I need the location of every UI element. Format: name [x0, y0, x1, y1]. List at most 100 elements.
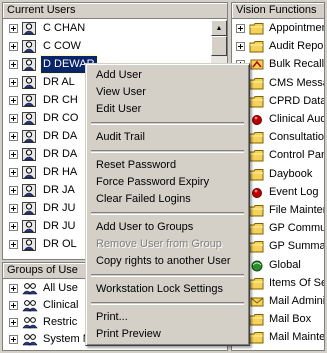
expand-icon[interactable] — [9, 222, 18, 231]
green-icon — [249, 258, 265, 273]
expand-icon[interactable] — [9, 96, 18, 105]
user-row-c-cow[interactable]: C COW — [3, 38, 211, 55]
menu-item-add-user[interactable]: Add User — [89, 67, 246, 84]
group-name: Restric — [43, 316, 78, 328]
folder-icon — [249, 130, 265, 145]
function-name: Control Pan — [269, 149, 325, 162]
folder-icon — [249, 239, 265, 254]
function-name: CPRD Data — [269, 94, 325, 107]
menu-item-workstation-lock-settings[interactable]: Workstation Lock Settings — [89, 281, 246, 298]
expand-icon[interactable] — [9, 132, 18, 141]
menu-item-force-password-expiry[interactable]: Force Password Expiry — [89, 174, 246, 191]
user-name: DR HA — [43, 166, 78, 178]
expand-icon[interactable] — [9, 240, 18, 249]
red-icon — [249, 112, 265, 127]
group-icon — [22, 315, 38, 330]
user-icon — [22, 219, 38, 234]
menu-item-reset-password[interactable]: Reset Password — [89, 157, 246, 174]
user-icon — [22, 57, 38, 72]
scroll-up-button[interactable]: ▲ — [211, 20, 227, 36]
group-name: All Use — [43, 282, 78, 294]
menu-separator — [91, 150, 244, 153]
folder-icon — [249, 21, 265, 36]
user-name: DR AL — [43, 76, 75, 88]
user-name: C CHAN — [43, 22, 86, 34]
expand-icon[interactable] — [9, 284, 18, 293]
user-icon — [22, 93, 38, 108]
scroll-thumb[interactable] — [211, 36, 227, 56]
function-name: Event Log — [269, 185, 319, 198]
menu-separator — [91, 122, 244, 125]
function-name: Global — [269, 258, 301, 271]
user-icon — [22, 111, 38, 126]
expand-icon[interactable] — [9, 24, 18, 33]
user-icon — [22, 75, 38, 90]
function-name: Items Of Se — [269, 276, 325, 289]
menu-item-view-user[interactable]: View User — [89, 84, 246, 101]
group-icon — [22, 298, 38, 313]
user-name: DR CO — [43, 112, 79, 124]
expand-icon[interactable] — [236, 24, 245, 33]
mail-icon — [249, 294, 265, 309]
user-icon — [22, 21, 38, 36]
menu-item-audit-trail[interactable]: Audit Trail — [89, 129, 246, 146]
folder-icon — [249, 167, 265, 182]
function-name: GP Commun — [269, 222, 324, 235]
user-name: DR CH — [43, 94, 78, 106]
expand-icon[interactable] — [9, 186, 18, 195]
user-name: C COW — [43, 40, 81, 52]
menu-item-copy-rights-to-another-user[interactable]: Copy rights to another User — [89, 253, 246, 270]
function-name: GP Summar — [269, 240, 325, 253]
function-name: Clinical Aud — [269, 113, 325, 125]
expand-icon[interactable] — [9, 318, 18, 327]
expand-icon[interactable] — [9, 335, 18, 344]
function-row-audit-repo[interactable]: Audit Repo — [232, 38, 324, 55]
menu-separator — [91, 274, 244, 277]
current-users-header: Current Users — [3, 3, 227, 19]
user-icon — [22, 237, 38, 252]
group-name: Clinical — [43, 299, 79, 311]
menu-item-clear-failed-logins[interactable]: Clear Failed Logins — [89, 191, 246, 208]
function-name: Audit Repo — [269, 40, 324, 53]
user-name: DR DA — [43, 148, 78, 160]
user-icon — [22, 165, 38, 180]
group-icon — [22, 332, 38, 347]
menu-item-edit-user[interactable]: Edit User — [89, 101, 246, 118]
function-name: Consultation — [269, 131, 325, 144]
menu-item-print-preview[interactable]: Print Preview — [89, 326, 246, 343]
user-icon — [22, 129, 38, 144]
user-name: DR OL — [43, 238, 77, 250]
folder-icon — [249, 203, 265, 218]
folder-icon — [249, 312, 265, 327]
menu-item-print[interactable]: Print... — [89, 309, 246, 326]
vision-functions-header: Vision Functions — [232, 3, 324, 19]
menu-separator — [91, 212, 244, 215]
user-icon — [22, 147, 38, 162]
expand-icon[interactable] — [9, 204, 18, 213]
user-row-c-chan[interactable]: C CHAN — [3, 20, 211, 37]
folder-icon — [249, 76, 265, 91]
expand-icon[interactable] — [9, 78, 18, 87]
folder-icon — [249, 39, 265, 54]
menu-item-add-user-to-groups[interactable]: Add User to Groups — [89, 219, 246, 236]
user-icon — [22, 201, 38, 216]
expand-icon[interactable] — [9, 168, 18, 177]
folder-icon — [249, 148, 265, 163]
menu-item-remove-user-from-group: Remove User from Group — [96, 238, 222, 250]
expand-icon[interactable] — [9, 150, 18, 159]
recall-icon — [249, 57, 265, 72]
user-name: DR DA — [43, 130, 78, 142]
folder-icon — [249, 221, 265, 236]
expand-icon[interactable] — [9, 301, 18, 310]
function-name: File Mainter — [269, 204, 325, 216]
function-name: CMS Messa — [269, 76, 325, 89]
user-name: DR JA — [43, 184, 75, 196]
expand-icon[interactable] — [9, 60, 18, 69]
user-icon — [22, 39, 38, 54]
function-name: Mail Mainte — [269, 331, 325, 344]
expand-icon[interactable] — [9, 42, 18, 51]
expand-icon[interactable] — [9, 114, 18, 123]
function-row-appointmen[interactable]: Appointmen — [232, 20, 324, 37]
folder-icon — [249, 276, 265, 291]
expand-icon[interactable] — [236, 42, 245, 52]
